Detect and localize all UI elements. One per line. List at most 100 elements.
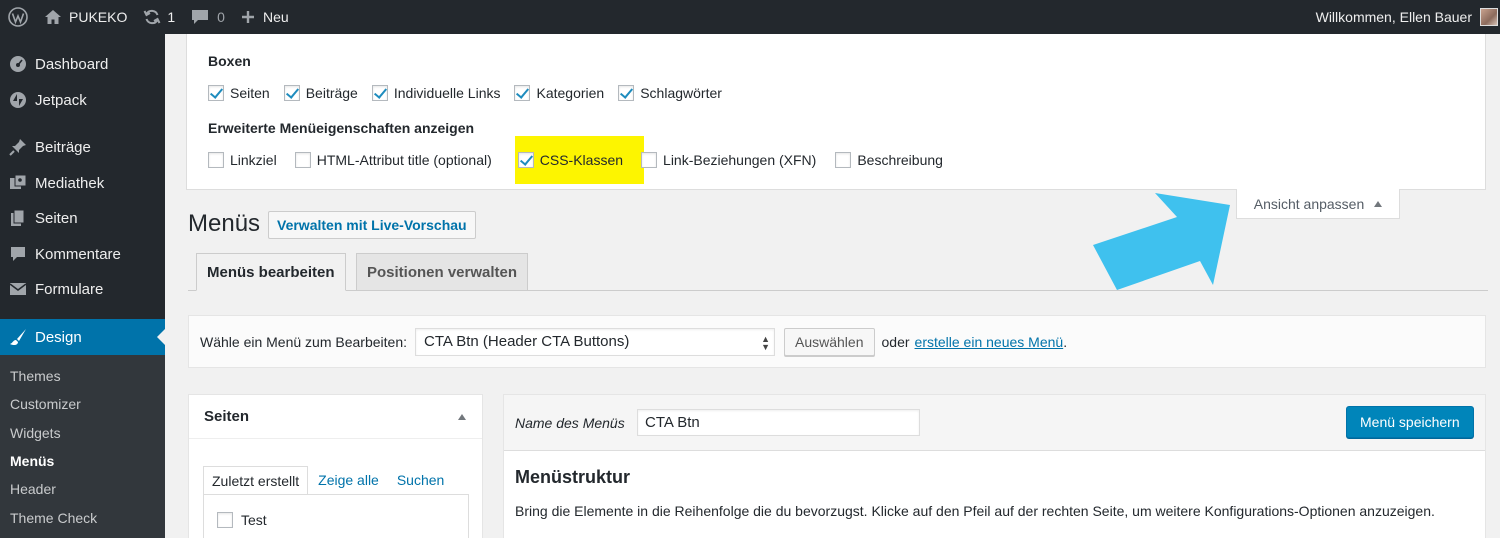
boxes-heading: Boxen	[208, 53, 251, 69]
submenu-item-menus[interactable]: Menüs	[10, 453, 54, 469]
option-label: Link-Beziehungen (XFN)	[663, 152, 817, 168]
pages-tabs: Zuletzt erstellt Zeige alle Suchen	[203, 466, 452, 494]
checkbox[interactable]	[641, 152, 658, 168]
advanced-heading: Erweiterte Menüeigenschaften anzeigen	[208, 120, 475, 136]
option-label: Individuelle Links	[393, 85, 501, 101]
site-name-link[interactable]: PUKEKO	[36, 0, 135, 34]
menu-select[interactable]: CTA Btn (Header CTA Buttons) ▲ ▼	[415, 327, 775, 356]
collapse-triangle-icon[interactable]	[458, 414, 466, 420]
comment-bubble-icon	[191, 9, 209, 25]
tab-view-all[interactable]: Zeige alle	[310, 466, 387, 494]
sidebar-item-label: Beiträge	[35, 138, 91, 156]
sidebar-item-label: Kommentare	[35, 245, 121, 263]
checkbox[interactable]	[514, 85, 531, 101]
option-css-classes[interactable]: CSS-Klassen	[517, 152, 623, 168]
menu-name-value: CTA Btn	[645, 414, 700, 431]
checkbox[interactable]	[618, 85, 635, 101]
or-text: oder	[881, 333, 910, 350]
menu-edit-header: Name des Menüs CTA Btn Menü speichern	[504, 395, 1485, 451]
menu-name-input[interactable]: CTA Btn	[637, 409, 920, 436]
option-label: HTML-Attribut title (optional)	[316, 152, 492, 168]
checkbox[interactable]	[208, 152, 224, 168]
live-preview-button[interactable]: Verwalten mit Live-Vorschau	[268, 211, 476, 239]
option-label: Beschreibung	[857, 152, 943, 168]
tab-edit-menus[interactable]: Menüs bearbeiten	[196, 253, 346, 291]
sidebar-item-forms[interactable]: Formulare	[0, 272, 165, 306]
sidebar-item-label: Jetpack	[35, 91, 87, 109]
annotation-arrow-icon	[1093, 193, 1230, 290]
screen-options-toggle[interactable]: Ansicht anpassen	[1236, 189, 1400, 219]
option-title-attribute[interactable]: HTML-Attribut title (optional)	[294, 152, 492, 168]
option-label: Beiträge	[305, 85, 358, 101]
submenu-item-customizer[interactable]: Customizer	[10, 396, 81, 412]
boxes-options: Seiten Beiträge Individuelle Links Kateg…	[208, 85, 736, 101]
site-name: PUKEKO	[69, 9, 128, 25]
menu-structure-title: Menüstruktur	[515, 467, 631, 487]
submenu-item-header[interactable]: Header	[10, 481, 56, 497]
sidebar-item-label: Seiten	[35, 209, 78, 227]
list-item[interactable]: Test	[217, 512, 267, 528]
option-seiten[interactable]: Seiten	[208, 85, 270, 101]
brush-icon	[8, 327, 28, 347]
save-menu-button[interactable]: Menü speichern	[1346, 406, 1474, 438]
select-arrows-icon: ▲ ▼	[761, 333, 770, 352]
option-label: Kategorien	[536, 85, 605, 101]
wordpress-logo-icon[interactable]	[0, 0, 36, 34]
updates-link[interactable]: 1	[135, 0, 183, 34]
admin-sidebar: Dashboard Jetpack Beiträge Mediathek Sei…	[0, 34, 165, 538]
option-label: Seiten	[230, 85, 270, 101]
option-description[interactable]: Beschreibung	[835, 152, 943, 168]
select-menu-label: Wähle ein Menü zum Bearbeiten:	[200, 333, 407, 350]
option-individuelle-links[interactable]: Individuelle Links	[371, 85, 501, 101]
option-label: Linkziel	[230, 152, 277, 168]
sidebar-item-dashboard[interactable]: Dashboard	[0, 47, 165, 81]
tab-most-recent[interactable]: Zuletzt erstellt	[203, 466, 309, 494]
sidebar-item-pages[interactable]: Seiten	[0, 201, 165, 235]
submenu-item-theme-check[interactable]: Theme Check	[10, 510, 97, 526]
triangle-up-icon	[1374, 200, 1383, 207]
select-menu-button[interactable]: Auswählen	[784, 327, 875, 356]
option-beitraege[interactable]: Beiträge	[283, 85, 358, 101]
menu-structure-description: Bring die Elemente in die Reihenfolge di…	[515, 503, 1435, 519]
option-linkziel[interactable]: Linkziel	[208, 152, 277, 168]
menu-select-bar: Wähle ein Menü zum Bearbeiten: CTA Btn (…	[188, 315, 1486, 368]
advanced-options: Linkziel HTML-Attribut title (optional) …	[208, 152, 957, 168]
checkbox[interactable]	[371, 85, 388, 101]
tab-search[interactable]: Suchen	[389, 466, 452, 494]
submenu-item-widgets[interactable]: Widgets	[10, 425, 61, 441]
updates-count: 1	[167, 9, 176, 25]
new-content-link[interactable]: Neu	[233, 0, 297, 34]
submenu-item-themes[interactable]: Themes	[10, 368, 61, 384]
sidebar-item-label: Design	[35, 328, 82, 346]
option-schlagwoerter[interactable]: Schlagwörter	[618, 85, 722, 101]
checkbox[interactable]	[517, 152, 534, 168]
checkbox[interactable]	[208, 85, 224, 101]
checkbox[interactable]	[294, 152, 311, 168]
pages-metabox-header[interactable]: Seiten	[189, 395, 482, 439]
option-label: Schlagwörter	[640, 85, 722, 101]
tab-manage-locations[interactable]: Positionen verwalten	[356, 253, 529, 291]
my-account-link[interactable]: Willkommen, Ellen Bauer	[1316, 0, 1500, 34]
checkbox[interactable]	[283, 85, 300, 101]
admin-bar: PUKEKO 1 0 Neu Willkommen, Ellen Bauer	[0, 0, 1500, 34]
sidebar-item-label: Mediathek	[35, 174, 105, 192]
dashboard-icon	[8, 54, 28, 74]
page-title: Menüs	[188, 210, 261, 237]
list-item-label: Test	[241, 512, 267, 528]
sidebar-item-label: Formulare	[35, 280, 104, 298]
create-menu-link[interactable]: erstelle ein neues Menü	[915, 334, 1064, 350]
checkbox[interactable]	[835, 152, 852, 168]
sidebar-item-media[interactable]: Mediathek	[0, 166, 165, 200]
pages-metabox: Seiten Zuletzt erstellt Zeige alle Suche…	[188, 394, 483, 538]
screen-options-toggle-label: Ansicht anpassen	[1253, 195, 1365, 212]
greeting: Willkommen, Ellen Bauer	[1315, 9, 1472, 25]
checkbox[interactable]	[217, 512, 233, 528]
option-kategorien[interactable]: Kategorien	[514, 85, 604, 101]
sidebar-item-posts[interactable]: Beiträge	[0, 130, 165, 164]
sidebar-item-comments[interactable]: Kommentare	[0, 237, 165, 271]
sidebar-item-jetpack[interactable]: Jetpack	[0, 83, 165, 117]
home-icon	[44, 9, 62, 25]
sidebar-item-design[interactable]: Design	[0, 319, 165, 355]
option-xfn[interactable]: Link-Beziehungen (XFN)	[641, 152, 816, 168]
comments-link[interactable]: 0	[183, 0, 233, 34]
